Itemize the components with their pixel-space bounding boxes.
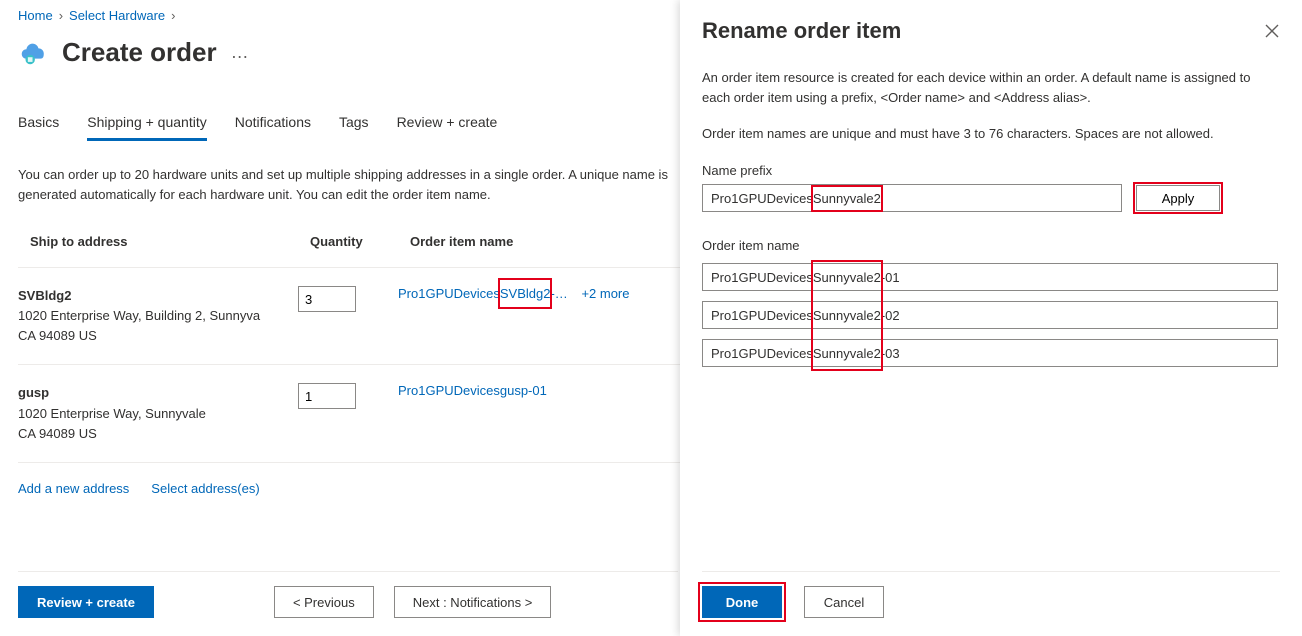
tab-shipping-quantity[interactable]: Shipping + quantity	[87, 114, 206, 141]
col-quantity: Quantity	[310, 234, 410, 249]
order-item-name-label: Order item name	[702, 238, 1280, 253]
order-item-name-input[interactable]: Pro1GPUDevicesSunnyvale2-03	[702, 339, 1278, 367]
address-line: 1020 Enterprise Way, Sunnyvale	[18, 404, 288, 424]
name-prefix-label: Name prefix	[702, 163, 1280, 178]
col-ship-to-address: Ship to address	[30, 234, 310, 249]
address-alias: gusp	[18, 383, 288, 403]
address-line: 1020 Enterprise Way, Building 2, Sunnyva	[18, 306, 288, 326]
tab-notifications[interactable]: Notifications	[235, 114, 311, 141]
panel-description: An order item resource is created for ea…	[702, 68, 1280, 108]
rename-order-item-panel: Rename order item An order item resource…	[680, 0, 1302, 636]
breadcrumb-select-hardware[interactable]: Select Hardware	[69, 8, 165, 23]
col-order-item-name: Order item name	[410, 234, 670, 249]
address-line: CA 94089 US	[18, 326, 288, 346]
order-item-name-link[interactable]: Pro1GPUDevicesSVBldg2-…	[398, 286, 571, 301]
address-row: gusp 1020 Enterprise Way, Sunnyvale CA 9…	[18, 364, 680, 462]
close-icon[interactable]	[1264, 23, 1280, 39]
done-button[interactable]: Done	[702, 586, 782, 618]
apply-button[interactable]: Apply	[1136, 185, 1220, 211]
breadcrumb-home[interactable]: Home	[18, 8, 53, 23]
quantity-input[interactable]	[298, 383, 356, 409]
tab-review-create[interactable]: Review + create	[397, 114, 498, 141]
address-alias: SVBldg2	[18, 286, 288, 306]
order-item-name-input[interactable]: Pro1GPUDevicesSunnyvale2-02	[702, 301, 1278, 329]
cloud-device-icon	[18, 38, 48, 68]
name-prefix-input[interactable]: Pro1GPUDevicesSunnyvale2	[702, 184, 1122, 212]
review-create-button[interactable]: Review + create	[18, 586, 154, 618]
more-icon[interactable]: …	[231, 42, 251, 63]
address-row: SVBldg2 1020 Enterprise Way, Building 2,…	[18, 267, 680, 364]
cancel-button[interactable]: Cancel	[804, 586, 884, 618]
intro-text: You can order up to 20 hardware units an…	[18, 165, 678, 204]
panel-title: Rename order item	[702, 18, 901, 44]
tab-tags[interactable]: Tags	[339, 114, 369, 141]
previous-button[interactable]: < Previous	[274, 586, 374, 618]
page-title: Create order	[62, 37, 217, 68]
wizard-tabs: Basics Shipping + quantity Notifications…	[18, 114, 680, 141]
panel-description-rules: Order item names are unique and must hav…	[702, 126, 1280, 141]
chevron-right-icon: ›	[59, 8, 63, 23]
more-items-link[interactable]: +2 more	[581, 286, 629, 301]
quantity-input[interactable]	[298, 286, 356, 312]
select-addresses-link[interactable]: Select address(es)	[151, 481, 259, 496]
chevron-right-icon: ›	[171, 8, 175, 23]
next-button[interactable]: Next : Notifications >	[394, 586, 552, 618]
order-item-name-input[interactable]: Pro1GPUDevicesSunnyvale2-01	[702, 263, 1278, 291]
tab-basics[interactable]: Basics	[18, 114, 59, 141]
breadcrumb: Home › Select Hardware ›	[18, 8, 680, 23]
add-address-link[interactable]: Add a new address	[18, 481, 129, 496]
address-line: CA 94089 US	[18, 424, 288, 444]
order-item-name-link[interactable]: Pro1GPUDevicesgusp-01	[398, 383, 547, 398]
